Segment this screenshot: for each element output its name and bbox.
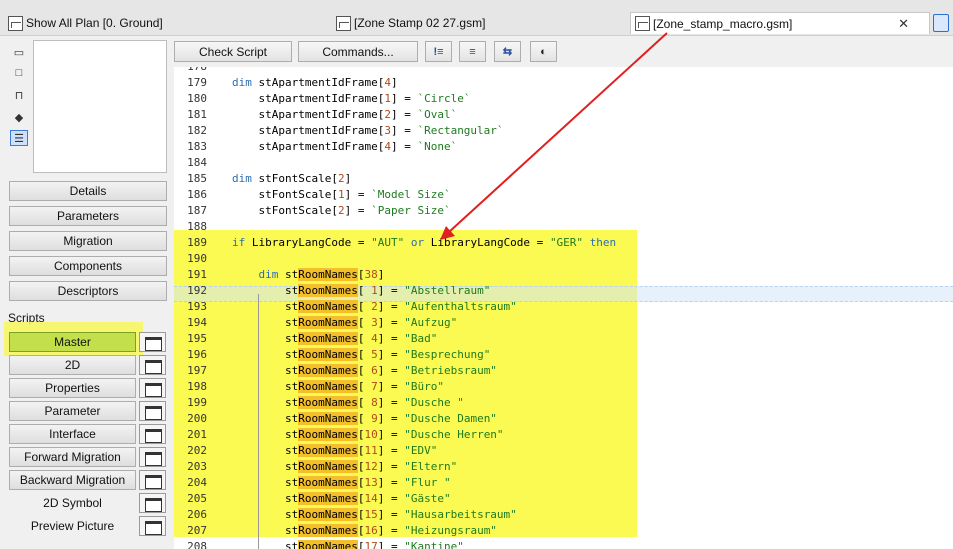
list-warning-icon[interactable]: !≡ [425,41,452,62]
code-line[interactable]: 205 stRoomNames[14] = "Gäste" [174,491,451,507]
components-button[interactable]: Components [9,256,167,276]
code-line[interactable]: 182 stApartmentIdFrame[3] = `Rectangular… [174,123,503,139]
tab-show-all-plan[interactable]: Show All Plan [0. Ground] [4,12,329,34]
code-line[interactable]: 198 stRoomNames[ 7] = "Büro" [174,379,444,395]
check-script-button[interactable]: Check Script [174,41,292,62]
code-editor[interactable]: 178179dim stApartmentIdFrame[4]180 stApa… [174,67,953,549]
migration-button[interactable]: Migration [9,231,167,251]
open-window-icon[interactable] [139,516,166,536]
book-icon[interactable] [933,14,949,32]
forward-migration-script-button[interactable]: Forward Migration [9,447,136,467]
backward-migration-script-button[interactable]: Backward Migration [9,470,136,490]
tab-zone-stamp[interactable]: [Zone Stamp 02 27.gsm] [332,12,627,34]
tab-label: Show All Plan [0. Ground] [26,16,163,30]
code-line[interactable]: 195 stRoomNames[ 4] = "Bad" [174,331,437,347]
script-list-icon[interactable]: ☰ [10,130,28,146]
gsm-object-icon [336,15,351,31]
code-line[interactable]: 184 [174,155,232,171]
tab-label: [Zone Stamp 02 27.gsm] [354,16,486,30]
indent-guide [258,294,259,549]
open-window-icon[interactable] [139,378,166,398]
open-window-icon[interactable] [139,470,166,490]
properties-script-button[interactable]: Properties [9,378,136,398]
floor-plan-icon [8,15,23,31]
2d-symbol-button[interactable]: 2D Symbol [9,493,136,513]
open-window-icon[interactable] [139,493,166,513]
code-line[interactable]: 206 stRoomNames[15] = "Hausarbeitsraum" [174,507,517,523]
code-line[interactable]: 192 stRoomNames[ 1] = "Abstellraum" [174,283,490,299]
code-line[interactable]: 191 dim stRoomNames[38] [174,267,384,283]
rectangle-view-icon[interactable]: □ [10,65,28,81]
commands-button[interactable]: Commands... [298,41,418,62]
open-window-icon[interactable] [139,355,166,375]
plan-view-icon[interactable]: ▭ [10,44,28,60]
code-line[interactable]: 179 dim stApartmentIdFrame[4] [174,75,397,91]
code-line[interactable]: 180 stApartmentIdFrame[1] = `Circle` [174,91,470,107]
tab-zone-stamp-macro[interactable]: [Zone_stamp_macro.gsm] ✕ [630,12,930,34]
2d-script-button[interactable]: 2D [9,355,136,375]
parameter-script-button[interactable]: Parameter [9,401,136,421]
open-window-icon[interactable] [139,332,166,352]
code-line[interactable]: 188 [174,219,232,235]
code-line[interactable]: 178 [174,67,232,75]
code-line[interactable]: 200 stRoomNames[ 9] = "Dusche Damen" [174,411,497,427]
code-line[interactable]: 186 stFontScale[1] = `Model Size` [174,187,450,203]
gdl-editor-window: Show All Plan [0. Ground] [Zone Stamp 02… [0,0,953,549]
code-line[interactable]: 193 stRoomNames[ 2] = "Aufenthaltsraum" [174,299,517,315]
code-line[interactable]: 187 stFontScale[2] = `Paper Size` [174,203,450,219]
code-line[interactable]: 207 stRoomNames[16] = "Heizungsraum" [174,523,497,539]
parameters-button[interactable]: Parameters [9,206,167,226]
interface-script-button[interactable]: Interface [9,424,136,444]
open-window-icon[interactable] [139,447,166,467]
tab-bar: Show All Plan [0. Ground] [Zone Stamp 02… [0,0,953,36]
3d-cube-icon[interactable]: ◆ [10,109,28,125]
code-line[interactable]: 183 stApartmentIdFrame[4] = `None` [174,139,457,155]
code-line[interactable]: 199 stRoomNames[ 8] = "Dusche " [174,395,464,411]
code-refresh-icon[interactable]: ⇆ [494,41,521,62]
tab-label: [Zone_stamp_macro.gsm] [653,16,793,31]
code-line[interactable]: 196 stRoomNames[ 5] = "Besprechung" [174,347,490,363]
code-line[interactable]: 190 [174,251,232,267]
descriptors-button[interactable]: Descriptors [9,281,167,301]
code-line[interactable]: 201 stRoomNames[10] = "Dusche Herren" [174,427,504,443]
master-script-button[interactable]: Master [9,332,136,352]
code-line[interactable]: 204 stRoomNames[13] = "Flur " [174,475,451,491]
list-format-icon[interactable]: ≡ [459,41,486,62]
preview-picture-button[interactable]: Preview Picture [9,516,136,536]
code-line[interactable]: 181 stApartmentIdFrame[2] = `Oval` [174,107,457,123]
code-line[interactable]: 189 if LibraryLangCode = "AUT" or Library… [174,235,616,251]
preview-area [33,40,167,173]
code-line[interactable]: 208 stRoomNames[17] = "Kantine" [174,539,464,549]
code-line[interactable]: 185 dim stFontScale[2] [174,171,351,187]
details-button[interactable]: Details [9,181,167,201]
code-line[interactable]: 197 stRoomNames[ 6] = "Betriebsraum" [174,363,497,379]
code-line[interactable]: 203 stRoomNames[12] = "Eltern" [174,459,457,475]
code-line[interactable]: 202 stRoomNames[11] = "EDV" [174,443,437,459]
close-icon[interactable]: ✕ [898,16,909,32]
open-window-icon[interactable] [139,424,166,444]
contrast-icon[interactable]: ◐ [530,41,557,62]
gsm-object-icon [635,16,650,31]
elevation-view-icon[interactable]: ⊓ [10,87,28,103]
open-window-icon[interactable] [139,401,166,421]
code-line[interactable]: 194 stRoomNames[ 3] = "Aufzug" [174,315,457,331]
